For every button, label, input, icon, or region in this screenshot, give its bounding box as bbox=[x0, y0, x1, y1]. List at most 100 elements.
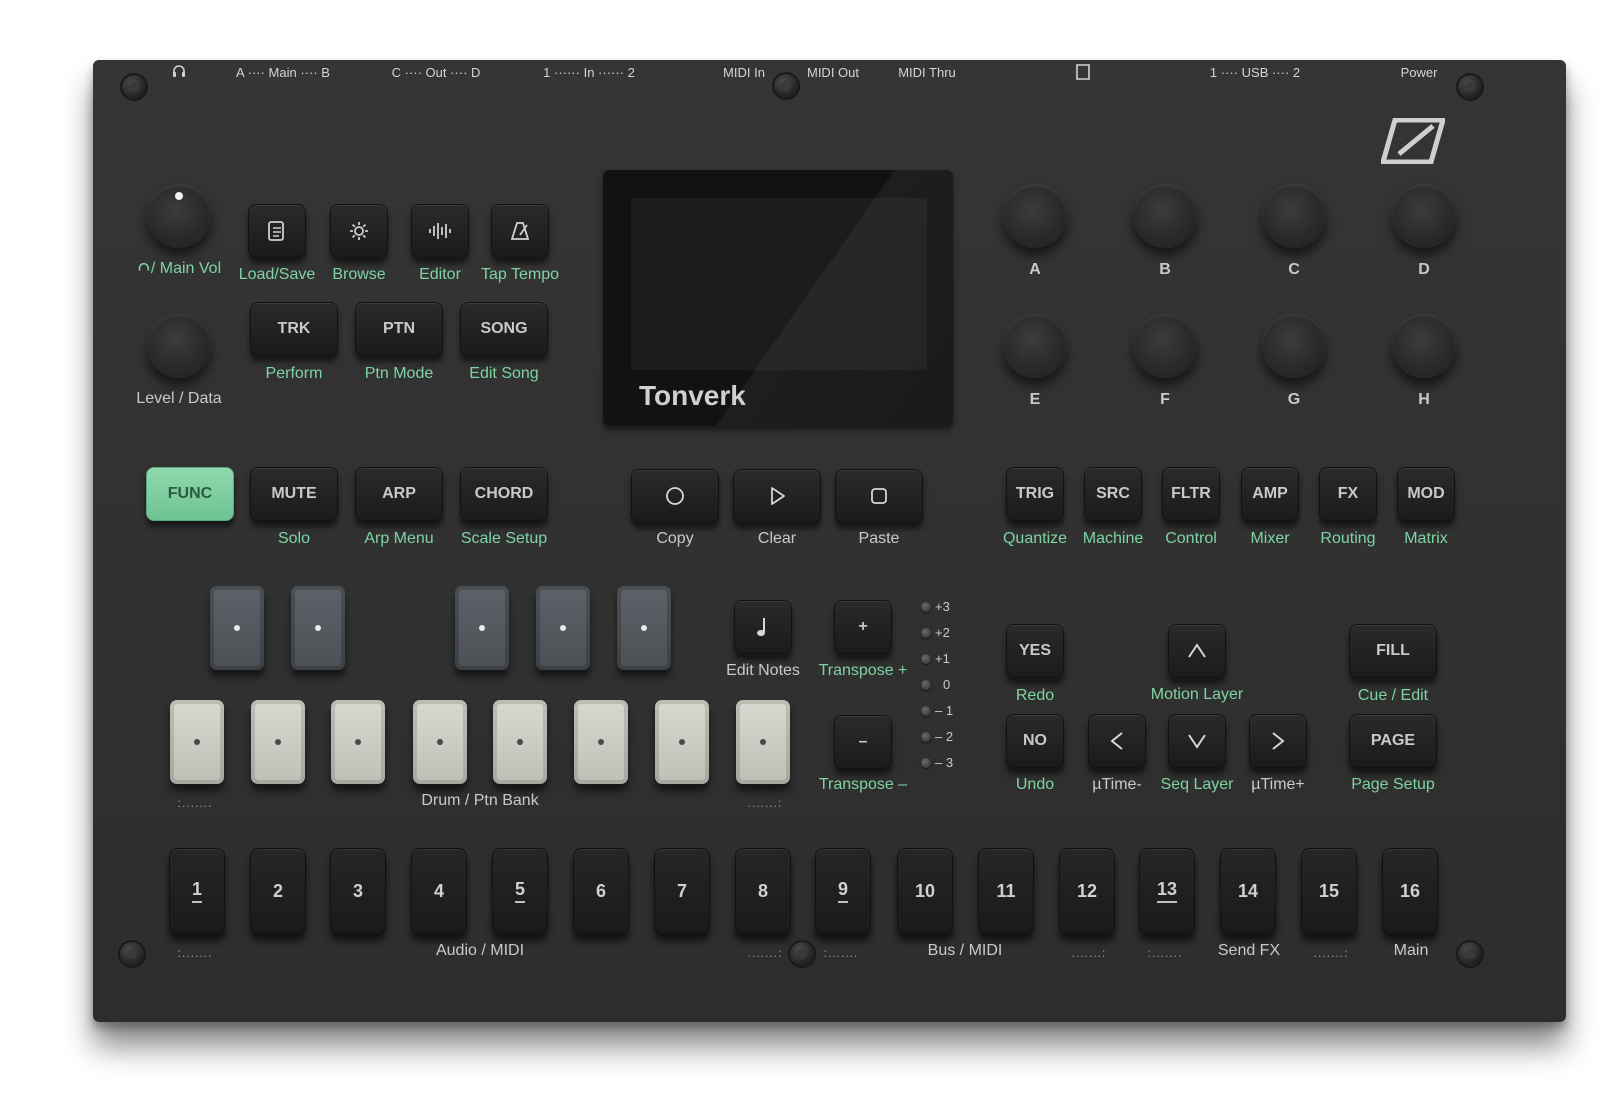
no-button[interactable]: NO bbox=[1006, 714, 1064, 768]
white-key-pad[interactable] bbox=[251, 700, 305, 784]
stop-button[interactable] bbox=[835, 469, 923, 523]
step-button-8[interactable]: 8 bbox=[735, 848, 791, 934]
step-button-7[interactable]: 7 bbox=[654, 848, 710, 934]
white-key-pad[interactable] bbox=[331, 700, 385, 784]
white-key-pad[interactable] bbox=[655, 700, 709, 784]
black-key-pad[interactable] bbox=[617, 586, 671, 670]
fltr-button[interactable]: FLTR bbox=[1162, 467, 1220, 521]
src-button[interactable]: SRC bbox=[1084, 467, 1142, 521]
black-key-pad[interactable] bbox=[291, 586, 345, 670]
step-number: 9 bbox=[837, 879, 848, 903]
fx-button[interactable]: FX bbox=[1319, 467, 1377, 521]
trk-button[interactable]: TRK bbox=[250, 302, 338, 356]
song-button[interactable]: SONG bbox=[460, 302, 548, 356]
knob-a[interactable] bbox=[1003, 184, 1067, 248]
right-button[interactable] bbox=[1249, 714, 1307, 768]
step-button-9[interactable]: 9 bbox=[815, 848, 871, 934]
step-button-16[interactable]: 16 bbox=[1382, 848, 1438, 934]
tap-tempo-button[interactable] bbox=[491, 204, 549, 258]
arp-button[interactable]: ARP bbox=[355, 467, 443, 521]
up-button[interactable] bbox=[1168, 624, 1226, 678]
transpose-minus-button[interactable]: – bbox=[834, 715, 892, 769]
white-key-pad[interactable] bbox=[736, 700, 790, 784]
black-key-pad[interactable] bbox=[210, 586, 264, 670]
transpose-level-label: – 2 bbox=[935, 729, 954, 744]
knob-g[interactable] bbox=[1262, 314, 1326, 378]
mute-button[interactable]: MUTE bbox=[250, 467, 338, 521]
load-save-button[interactable] bbox=[248, 204, 306, 258]
metronome-icon bbox=[510, 222, 530, 240]
fill-button[interactable]: FILL bbox=[1349, 624, 1437, 678]
edit-notes-button[interactable] bbox=[734, 600, 792, 654]
yes-button[interactable]: YES bbox=[1006, 624, 1064, 678]
left-button[interactable] bbox=[1088, 714, 1146, 768]
step-number: 5 bbox=[514, 879, 525, 903]
paste-label: Paste bbox=[858, 530, 900, 547]
knob-e[interactable] bbox=[1003, 314, 1067, 378]
amp-button[interactable]: AMP bbox=[1241, 467, 1299, 521]
black-key-pad[interactable] bbox=[455, 586, 509, 670]
transpose-led bbox=[921, 680, 931, 690]
down-button[interactable] bbox=[1168, 714, 1226, 768]
step-button-3[interactable]: 3 bbox=[330, 848, 386, 934]
white-key-pad[interactable] bbox=[170, 700, 224, 784]
send-fx-label: Send FX bbox=[1217, 942, 1281, 959]
knob-c[interactable] bbox=[1262, 184, 1326, 248]
level-data-knob[interactable] bbox=[147, 314, 211, 378]
step-button-5[interactable]: 5 bbox=[492, 848, 548, 934]
black-key-pad[interactable] bbox=[536, 586, 590, 670]
step-number: 7 bbox=[676, 880, 687, 901]
step-number: 8 bbox=[757, 880, 768, 901]
stop-icon bbox=[871, 488, 887, 504]
scale-setup-label: Scale Setup bbox=[460, 530, 548, 547]
step-button-11[interactable]: 11 bbox=[978, 848, 1034, 934]
knob-h[interactable] bbox=[1392, 314, 1456, 378]
chevron-up-icon bbox=[1188, 643, 1206, 658]
white-key-pad[interactable] bbox=[574, 700, 628, 784]
func-button[interactable]: FUNC bbox=[146, 467, 234, 521]
seq-layer-label: Seq Layer bbox=[1160, 776, 1234, 793]
load-save-label: Load/Save bbox=[238, 266, 316, 283]
display: Tonverk bbox=[603, 170, 953, 426]
midi-thru-label: MIDI Thru bbox=[898, 65, 956, 80]
step-number: 13 bbox=[1156, 879, 1178, 903]
knob-f[interactable] bbox=[1133, 314, 1197, 378]
group-dots: :....... bbox=[177, 946, 213, 960]
trig-button[interactable]: TRIG bbox=[1006, 467, 1064, 521]
bus-midi-label: Bus / MIDI bbox=[927, 942, 1003, 959]
white-key-pad[interactable] bbox=[493, 700, 547, 784]
chord-button[interactable]: CHORD bbox=[460, 467, 548, 521]
record-button[interactable] bbox=[631, 469, 719, 523]
power-label: Power bbox=[1400, 65, 1438, 80]
step-button-4[interactable]: 4 bbox=[411, 848, 467, 934]
step-number: 11 bbox=[996, 880, 1016, 901]
white-key-pad[interactable] bbox=[413, 700, 467, 784]
step-button-12[interactable]: 12 bbox=[1059, 848, 1115, 934]
play-button[interactable] bbox=[733, 469, 821, 523]
step-button-1[interactable]: 1 bbox=[169, 848, 225, 934]
group-dots: :....... bbox=[1147, 946, 1183, 960]
browse-button[interactable] bbox=[330, 204, 388, 258]
page-button[interactable]: PAGE bbox=[1349, 714, 1437, 768]
step-button-2[interactable]: 2 bbox=[250, 848, 306, 934]
step-button-13[interactable]: 13 bbox=[1139, 848, 1195, 934]
step-button-10[interactable]: 10 bbox=[897, 848, 953, 934]
main-volume-knob[interactable] bbox=[147, 184, 211, 248]
knob-b[interactable] bbox=[1133, 184, 1197, 248]
transpose-led bbox=[921, 758, 931, 768]
routing-label: Routing bbox=[1320, 530, 1376, 547]
knob-d[interactable] bbox=[1392, 184, 1456, 248]
control-label: Control bbox=[1165, 530, 1217, 547]
group-dots: :....... bbox=[823, 946, 859, 960]
mod-button[interactable]: MOD bbox=[1397, 467, 1455, 521]
step-button-6[interactable]: 6 bbox=[573, 848, 629, 934]
transpose-level-label: – 3 bbox=[935, 755, 954, 770]
step-button-15[interactable]: 15 bbox=[1301, 848, 1357, 934]
ptn-button[interactable]: PTN bbox=[355, 302, 443, 356]
note-icon bbox=[757, 618, 765, 636]
transpose-plus-button[interactable]: + bbox=[834, 600, 892, 654]
browse-label: Browse bbox=[332, 266, 386, 283]
editor-button[interactable] bbox=[411, 204, 469, 258]
step-button-14[interactable]: 14 bbox=[1220, 848, 1276, 934]
midi-in-label: MIDI In bbox=[723, 65, 765, 80]
